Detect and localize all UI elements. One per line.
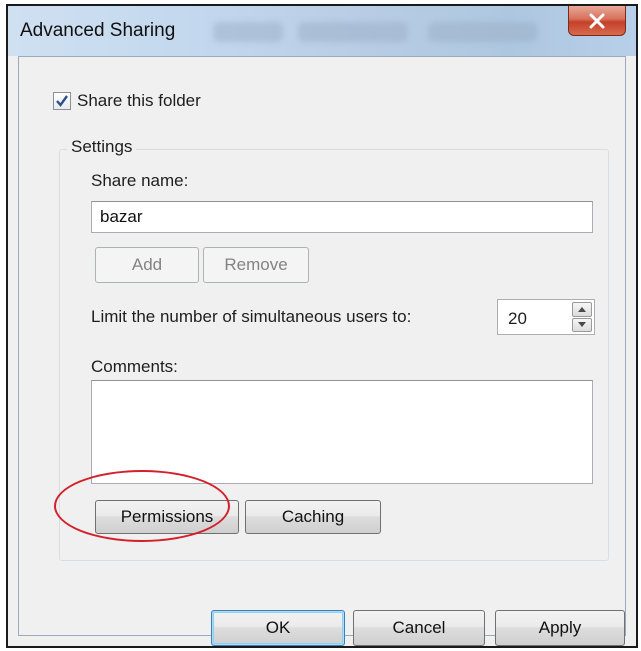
- close-icon: [589, 13, 605, 28]
- user-limit-label: Limit the number of simultaneous users t…: [91, 307, 412, 326]
- dialog-body: Share this folder Settings Share name: A…: [18, 56, 626, 646]
- spinner-down-button[interactable]: [572, 317, 592, 332]
- title-bar[interactable]: Advanced Sharing: [8, 6, 636, 56]
- title-bar-blur: [428, 22, 538, 42]
- share-name-input[interactable]: [91, 201, 593, 233]
- advanced-sharing-dialog: Advanced Sharing Share this folder Setti…: [6, 4, 638, 648]
- comments-textarea[interactable]: [91, 380, 593, 484]
- check-mark-icon: [56, 95, 68, 107]
- share-folder-label[interactable]: Share this folder: [77, 91, 201, 111]
- arrow-down-icon: [578, 322, 586, 328]
- share-name-label: Share name:: [91, 171, 189, 190]
- permissions-button[interactable]: Permissions: [95, 500, 239, 534]
- user-limit-spinner[interactable]: 20: [497, 299, 595, 335]
- window-title: Advanced Sharing: [20, 20, 176, 41]
- title-bar-blur: [298, 22, 408, 42]
- ok-button[interactable]: OK: [211, 610, 345, 646]
- cancel-button[interactable]: Cancel: [353, 610, 485, 646]
- close-button[interactable]: [568, 6, 626, 36]
- comments-label: Comments:: [91, 357, 178, 376]
- share-folder-row[interactable]: Share this folder: [53, 91, 201, 111]
- remove-button[interactable]: Remove: [203, 247, 309, 283]
- spinner-buttons: [572, 302, 592, 332]
- caching-button[interactable]: Caching: [245, 500, 381, 534]
- apply-button[interactable]: Apply: [495, 610, 625, 646]
- spinner-up-button[interactable]: [572, 302, 592, 317]
- title-bar-blur: [213, 22, 283, 42]
- user-limit-value[interactable]: 20: [508, 309, 527, 329]
- add-button[interactable]: Add: [95, 247, 199, 283]
- share-folder-checkbox[interactable]: [53, 92, 71, 110]
- settings-legend: Settings: [67, 137, 137, 157]
- arrow-up-icon: [578, 306, 586, 312]
